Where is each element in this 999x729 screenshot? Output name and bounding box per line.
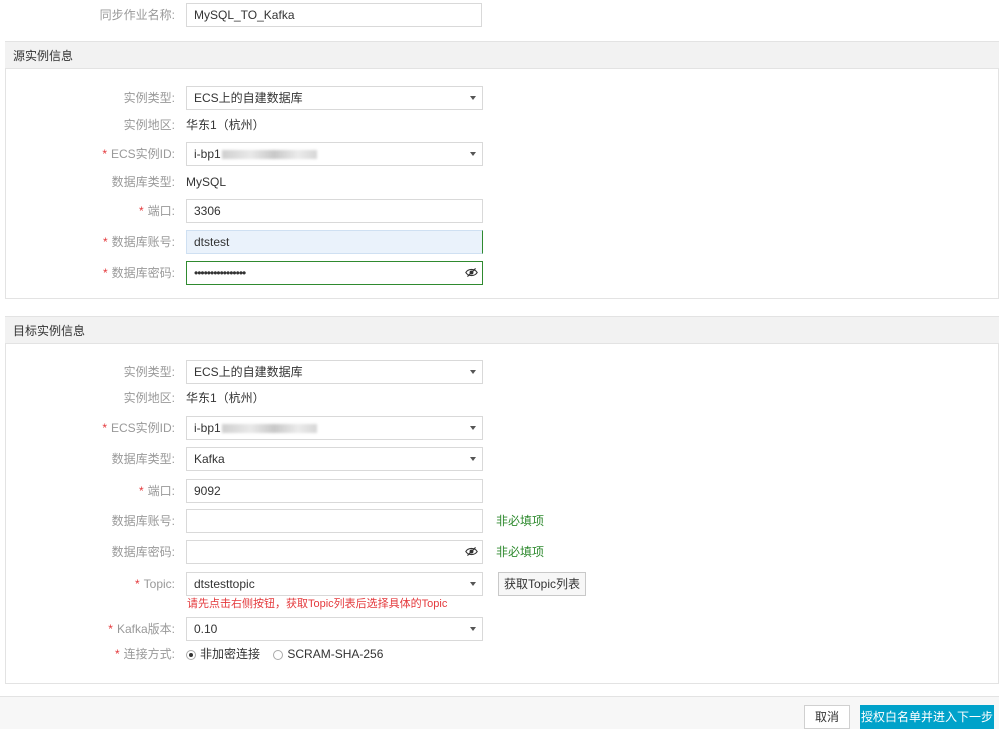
source-port-label: * 端口: [138, 204, 175, 218]
target-db-type-value: Kafka [194, 452, 225, 466]
source-password-row: * 数据库密码: •••••••••••••••• [0, 261, 999, 285]
required-asterisk: * [134, 577, 140, 591]
target-instance-type-select[interactable]: ECS上的自建数据库 [186, 360, 483, 384]
required-asterisk: * [138, 204, 144, 218]
source-region-value: 华东1（杭州） [186, 118, 265, 132]
job-name-label: 同步作业名称: [99, 8, 175, 22]
target-port-input[interactable]: 9092 [186, 479, 483, 503]
target-instance-type-value: ECS上的自建数据库 [194, 365, 303, 379]
target-db-type-row: 数据库类型: Kafka [0, 447, 999, 471]
target-account-row: 数据库账号: 非必填项 [0, 509, 999, 533]
target-port-row: * 端口: 9092 [0, 479, 999, 503]
target-ecs-id-row: * ECS实例ID: i-bp1 [0, 416, 999, 440]
connection-radio-group: 非加密连接 SCRAM-SHA-256 [186, 644, 383, 664]
required-asterisk: * [138, 484, 144, 498]
connection-option-unencrypted[interactable]: 非加密连接 [186, 647, 263, 661]
target-password-label: 数据库密码: [111, 545, 175, 559]
target-password-row: 数据库密码: 非必填项 [0, 540, 999, 564]
source-port-row: * 端口: 3306 [0, 199, 999, 223]
redacted-id [221, 424, 317, 434]
topic-instruction-note: 请先点击右侧按钮，获取Topic列表后选择具体的Topic [187, 598, 448, 610]
required-asterisk: * [102, 147, 107, 161]
target-db-type-select[interactable]: Kafka [186, 447, 483, 471]
source-db-type-row: 数据库类型: MySQL [0, 170, 999, 194]
target-connection-label: * 连接方式: [114, 647, 175, 661]
source-password-label: * 数据库密码: [102, 266, 175, 280]
authorize-next-button[interactable]: 授权白名单并进入下一步 [860, 705, 994, 729]
job-name-input[interactable]: MySQL_TO_Kafka [186, 3, 482, 27]
required-asterisk: * [102, 421, 107, 435]
source-port-input[interactable]: 3306 [186, 199, 483, 223]
target-topic-label: * Topic: [134, 577, 175, 591]
target-password-hint: 非必填项 [496, 545, 545, 559]
job-name-row: 同步作业名称: MySQL_TO_Kafka [0, 3, 999, 27]
source-db-type-value: MySQL [186, 175, 227, 189]
source-db-type-label: 数据库类型: [111, 175, 175, 189]
source-instance-type-value: ECS上的自建数据库 [194, 91, 303, 105]
target-topic-value: dtstesttopic [194, 577, 255, 591]
target-password-input[interactable] [186, 540, 483, 564]
cancel-button[interactable]: 取消 [804, 705, 850, 729]
required-asterisk: * [102, 235, 108, 249]
radio-unselected-icon [273, 649, 284, 660]
source-password-input[interactable]: •••••••••••••••• [186, 261, 483, 285]
source-password-value: •••••••••••••••• [194, 266, 246, 280]
connection-option-scram[interactable]: SCRAM-SHA-256 [273, 647, 383, 661]
target-account-input[interactable] [186, 509, 483, 533]
source-account-label: * 数据库账号: [102, 235, 175, 249]
required-asterisk: * [102, 266, 108, 280]
source-region-row: 实例地区: 华东1（杭州） [0, 113, 999, 137]
source-account-row: * 数据库账号: dtstest [0, 230, 999, 254]
source-ecs-id-select[interactable]: i-bp1 [186, 142, 483, 166]
target-db-type-label: 数据库类型: [111, 452, 175, 466]
target-account-label: 数据库账号: [111, 514, 175, 528]
radio-selected-icon [186, 649, 196, 660]
chevron-down-icon [470, 627, 476, 631]
target-port-label: * 端口: [138, 484, 175, 498]
chevron-down-icon [470, 370, 476, 374]
eye-toggle-icon[interactable] [465, 266, 478, 279]
source-region-label: 实例地区: [123, 118, 175, 132]
redacted-id [221, 150, 317, 160]
target-account-hint: 非必填项 [496, 514, 545, 528]
chevron-down-icon [470, 426, 476, 430]
target-kafka-version-value: 0.10 [194, 622, 218, 636]
target-kafka-version-row: * Kafka版本: 0.10 [0, 617, 999, 641]
chevron-down-icon [470, 582, 476, 586]
target-kafka-version-label: * Kafka版本: [108, 622, 175, 636]
source-ecs-id-row: * ECS实例ID: i-bp1 [0, 142, 999, 166]
chevron-down-icon [470, 96, 476, 100]
target-ecs-id-select[interactable]: i-bp1 [186, 416, 483, 440]
target-region-label: 实例地区: [123, 391, 175, 405]
fetch-topic-list-button[interactable]: 获取Topic列表 [498, 572, 586, 596]
target-topic-select[interactable]: dtstesttopic [186, 572, 483, 596]
source-instance-type-row: 实例类型: ECS上的自建数据库 [0, 86, 999, 110]
chevron-down-icon [470, 457, 476, 461]
target-region-value: 华东1（杭州） [186, 391, 265, 405]
target-region-row: 实例地区: 华东1（杭州） [0, 386, 999, 410]
target-connection-row: * 连接方式: 非加密连接 SCRAM-SHA-256 [0, 644, 999, 664]
source-instance-type-select[interactable]: ECS上的自建数据库 [186, 86, 483, 110]
target-ecs-id-value: i-bp1 [194, 421, 221, 435]
chevron-down-icon [470, 152, 476, 156]
target-kafka-version-select[interactable]: 0.10 [186, 617, 483, 641]
target-section-header: 目标实例信息 [5, 316, 999, 344]
target-topic-row: * Topic: dtstesttopic 获取Topic列表 [0, 572, 999, 596]
target-instance-type-row: 实例类型: ECS上的自建数据库 [0, 360, 999, 384]
required-asterisk: * [108, 622, 113, 636]
source-section-header: 源实例信息 [5, 41, 999, 69]
source-ecs-id-label: * ECS实例ID: [102, 147, 175, 161]
target-instance-type-label: 实例类型: [123, 365, 175, 379]
required-asterisk: * [114, 647, 120, 661]
target-ecs-id-label: * ECS实例ID: [102, 421, 175, 435]
eye-toggle-icon[interactable] [465, 545, 478, 558]
source-ecs-id-value: i-bp1 [194, 147, 221, 161]
source-instance-type-label: 实例类型: [123, 91, 175, 105]
source-account-input[interactable]: dtstest [186, 230, 483, 254]
